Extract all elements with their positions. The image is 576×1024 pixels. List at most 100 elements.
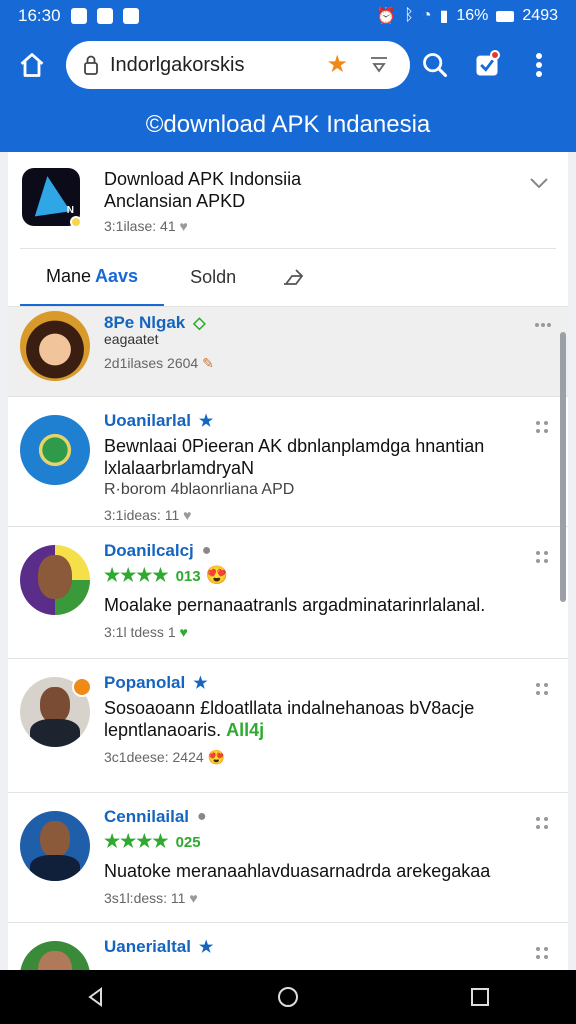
- item-body: Bewnlaai 0Pieeran AK dbnlanplamdga hnant…: [104, 436, 485, 478]
- item-body-line2: lepntlanaoaris. All4j: [104, 719, 554, 741]
- list-item[interactable]: Cennilailal ● ★★★★ 025 Nuatoke meranaahla…: [8, 792, 568, 922]
- tab-main-accent: Aavs: [95, 265, 139, 286]
- item-meta: 3:1l tdess 1 ♥: [104, 624, 554, 640]
- browser-toolbar: ★: [0, 32, 576, 98]
- item-meta: 3c1deese: 2424 😍: [104, 749, 554, 766]
- verified-gray-icon: ●: [197, 808, 207, 825]
- emoji-icon: 😍: [205, 565, 229, 585]
- item-title: Doanilcalcj: [104, 541, 194, 560]
- verified-check-icon: ◇: [193, 315, 206, 332]
- item-title-row: Doanilcalcj ●: [104, 541, 554, 561]
- app-info: Download APK Indonsiia Anclansian APKD 3…: [104, 168, 302, 234]
- stars: ★★★★: [104, 565, 169, 585]
- tab-soldn[interactable]: Soldn: [164, 249, 262, 307]
- signal-icon: ▮: [439, 8, 449, 25]
- more-grid-icon[interactable]: [534, 945, 550, 961]
- back-button[interactable]: [76, 977, 116, 1017]
- item-title-row: 8Pe Nlgak ◇: [104, 313, 554, 333]
- filter-icon[interactable]: [368, 53, 390, 77]
- item-subtitle: eagaatet: [104, 331, 159, 347]
- item-title-row: Popanolal ★: [104, 673, 554, 693]
- list-item[interactable]: 8Pe Nlgak ◇ eagaatet 2d1ilases 2604 ✎: [8, 306, 568, 390]
- item-meta: 3:1ideas: 11 ♥: [104, 507, 554, 523]
- more-horiz-icon[interactable]: [534, 315, 551, 331]
- more-grid-icon[interactable]: [534, 815, 550, 831]
- heart-icon: ♥: [183, 507, 192, 523]
- list-item[interactable]: Doanilcalcj ● ★★★★ 013 😍 Moalake pernanaa…: [8, 526, 568, 658]
- star-badge-icon: ★: [198, 939, 214, 956]
- chevron-down-icon[interactable]: [528, 172, 550, 194]
- share-icon: [284, 268, 304, 285]
- bookmark-star-icon[interactable]: ★: [326, 53, 348, 77]
- item-title-row: Cennilailal ●: [104, 807, 554, 827]
- avatar: [20, 545, 90, 615]
- notification-badge: [490, 50, 500, 60]
- list-item[interactable]: Uanerialtal ★: [8, 922, 568, 970]
- scrollbar[interactable]: [560, 332, 566, 602]
- more-vert-icon: [536, 53, 542, 77]
- more-grid-icon[interactable]: [534, 681, 550, 697]
- item-extra: R·borom 4blaonrliana APD: [104, 481, 295, 498]
- item-title-row: Uoanilarlal ★: [104, 411, 554, 431]
- item-meta: 3s1l:dess: 11 ♥: [104, 890, 554, 906]
- star-badge-icon: ★: [193, 675, 208, 692]
- tab-main-label: Mane: [46, 265, 92, 286]
- item-meta: 2d1ilases 2604 ✎: [104, 355, 554, 372]
- pencil-icon: ✎: [202, 355, 214, 371]
- stars: ★★★★: [104, 831, 169, 851]
- url-bar[interactable]: ★: [66, 41, 410, 89]
- item-body2-text: lepntlanaoaris.: [104, 720, 222, 740]
- home-icon: [20, 53, 44, 77]
- item-meta-text: 3:1l tdess 1: [104, 624, 176, 640]
- status-clock: 2493: [522, 7, 558, 24]
- tab-share[interactable]: [262, 249, 324, 307]
- more-menu-button[interactable]: [520, 46, 558, 84]
- home-nav-button[interactable]: [268, 977, 308, 1017]
- system-nav-bar: [0, 970, 576, 1024]
- status-right: ⏰ ᛒ ◔ ▮ 16% 2493: [376, 6, 558, 26]
- status-time: 16:30: [18, 6, 61, 25]
- app-meta: 3:1ilase: 41 ♥: [104, 218, 301, 234]
- battery-icon: [496, 10, 515, 22]
- gallery-icon: [122, 8, 139, 24]
- item-body: Nuatoke meranaahlavduasarnadrda arekegak…: [104, 861, 491, 881]
- downloads-button[interactable]: [468, 46, 506, 84]
- app-title: Download APK Indonsiia: [104, 169, 302, 189]
- verified-gray-icon: ●: [201, 542, 212, 559]
- logo-triangle-icon: [29, 173, 71, 217]
- item-meta-text: 3s1l:dess: 11: [104, 890, 186, 906]
- status-bar: 16:30 ⏰ ᛒ ◔ ▮ 16% 2493: [0, 0, 576, 32]
- search-button[interactable]: [416, 46, 454, 84]
- site-banner: ©download APK Indanesia: [0, 98, 576, 152]
- url-input[interactable]: [110, 53, 300, 77]
- emoji-icon: 😍: [207, 749, 225, 765]
- item-body: Moalake pernanaatranls argadminatarinrla…: [104, 595, 486, 615]
- item-body2-accent: All4j: [226, 720, 265, 740]
- battery-percent: 16%: [456, 7, 489, 24]
- app-header: N Download APK Indonsiia Anclansian APKD…: [8, 152, 568, 248]
- tab-main[interactable]: Mane Aavs: [20, 249, 165, 307]
- more-grid-icon[interactable]: [534, 419, 550, 435]
- more-grid-icon[interactable]: [534, 549, 550, 565]
- avatar: [20, 811, 90, 881]
- home-button[interactable]: [14, 47, 50, 83]
- item-title: Uoanilarlal: [104, 411, 191, 430]
- avatar: [20, 415, 90, 485]
- home-circle-icon: [278, 987, 298, 1007]
- wifi-icon: ◔: [421, 7, 432, 24]
- logo-letter: N: [66, 205, 74, 216]
- item-title: Uanerialtal: [104, 937, 191, 956]
- lock-icon: [80, 54, 102, 76]
- recents-button[interactable]: [460, 977, 500, 1017]
- item-title: Cennilailal: [104, 807, 190, 826]
- heart-icon: ♥: [179, 218, 188, 234]
- toolbar-actions: [416, 32, 576, 98]
- avatar-badge-icon: [72, 677, 92, 697]
- app-meta-text: 3:1ilase: 41: [104, 218, 176, 234]
- avatar: [20, 941, 90, 970]
- recents-icon: [471, 988, 489, 1006]
- list-item[interactable]: Popanolal ★ Sosoaoann £ldoatllata indalne…: [8, 658, 568, 792]
- list-item[interactable]: Uoanilarlal ★ Bewnlaai 0Pieeran AK dbnlan…: [8, 396, 568, 526]
- item-title-row: Uanerialtal ★: [104, 937, 554, 957]
- rating-stars: ★★★★ 013 😍: [104, 565, 554, 586]
